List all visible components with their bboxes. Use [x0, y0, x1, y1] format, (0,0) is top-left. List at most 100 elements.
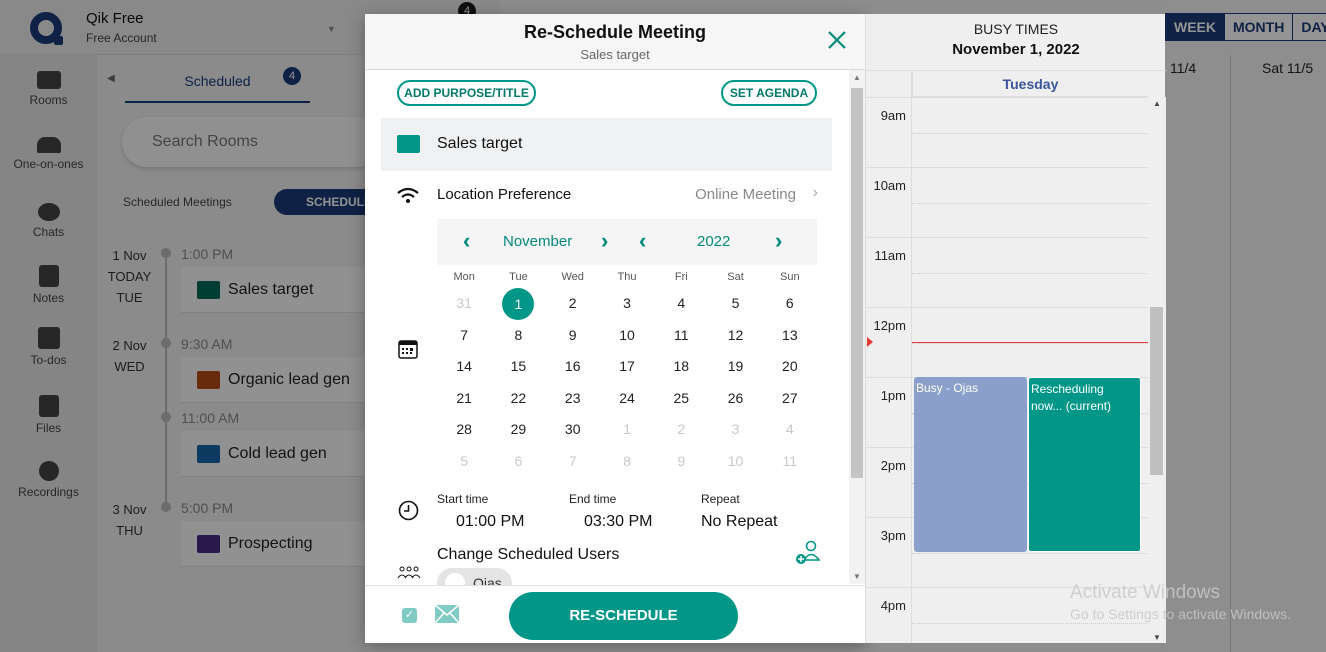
date-cell[interactable]: 27 — [763, 383, 817, 415]
add-purpose-button[interactable]: ADD PURPOSE/TITLE — [397, 80, 536, 106]
scroll-down-icon[interactable]: ▼ — [853, 572, 861, 581]
add-user-icon[interactable] — [795, 540, 821, 566]
group-users-icon — [397, 566, 421, 579]
repeat-field[interactable]: Repeat No Repeat — [701, 492, 778, 531]
hour-row[interactable]: 11am — [866, 237, 1148, 307]
date-picker-header: ‹ November › ‹ 2022 › — [437, 219, 817, 265]
date-cell[interactable]: 15 — [491, 351, 545, 383]
hour-label: 2pm — [880, 458, 906, 473]
hour-row[interactable]: 10am — [866, 167, 1148, 237]
meeting-title: Sales target — [437, 135, 523, 152]
close-button[interactable] — [825, 28, 849, 52]
date-cell[interactable]: 6 — [491, 446, 545, 478]
dialog-scrollbar[interactable]: ▲ ▼ — [849, 70, 865, 584]
date-number: 31 — [456, 295, 472, 311]
date-cell[interactable]: 25 — [654, 383, 708, 415]
date-number: 25 — [673, 389, 690, 406]
date-number: 3 — [731, 421, 740, 437]
date-cell[interactable]: 9 — [546, 320, 600, 352]
busy-scrollbar[interactable]: ▲ ▼ — [1148, 97, 1166, 643]
date-cell[interactable]: 1 — [600, 414, 654, 446]
year-label[interactable]: 2022 — [697, 233, 730, 250]
date-cell[interactable]: 20 — [763, 351, 817, 383]
calendar-icon — [398, 340, 418, 359]
date-cell[interactable]: 4 — [763, 414, 817, 446]
date-cell[interactable]: 7 — [546, 446, 600, 478]
busy-times-title: BUSY TIMES — [973, 21, 1059, 37]
date-cell[interactable]: 12 — [708, 320, 762, 352]
date-cell[interactable]: 28 — [437, 414, 491, 446]
date-cell[interactable]: 10 — [600, 320, 654, 352]
date-cell[interactable]: 2 — [654, 414, 708, 446]
date-cell[interactable]: 22 — [491, 383, 545, 415]
date-number: 1 — [502, 288, 535, 320]
current-meeting-event[interactable]: Rescheduling now... (current) — [1028, 377, 1141, 552]
hour-label: 4pm — [880, 598, 906, 613]
mail-icon[interactable] — [434, 604, 460, 624]
date-cell[interactable]: 26 — [708, 383, 762, 415]
date-cell[interactable]: 10 — [708, 446, 762, 478]
date-number: 6 — [785, 295, 794, 311]
scrollbar-thumb[interactable] — [851, 88, 863, 478]
scroll-down-icon[interactable]: ▼ — [1153, 633, 1161, 642]
email-notify-checkbox[interactable]: ✓ — [402, 608, 417, 623]
scroll-up-icon[interactable]: ▲ — [853, 73, 861, 82]
date-cell[interactable]: 30 — [546, 414, 600, 446]
date-cell[interactable]: 17 — [600, 351, 654, 383]
user-chip[interactable]: Ojas — [437, 568, 512, 585]
hour-row[interactable]: 9am — [866, 97, 1148, 167]
date-number: 22 — [510, 389, 527, 406]
date-cell[interactable]: 4 — [654, 288, 708, 320]
set-agenda-button[interactable]: SET AGENDA — [721, 80, 817, 106]
hour-label: 1pm — [880, 388, 906, 403]
date-cell[interactable]: 18 — [654, 351, 708, 383]
date-cell[interactable]: 11 — [654, 320, 708, 352]
date-cell[interactable]: 8 — [600, 446, 654, 478]
date-cell[interactable]: 24 — [600, 383, 654, 415]
date-cell[interactable]: 5 — [708, 288, 762, 320]
reschedule-button[interactable]: RE-SCHEDULE — [509, 592, 738, 640]
start-time-field[interactable]: Start time 01:00 PM — [437, 492, 524, 531]
weekday-header-row: Mon Tue Wed Thu Fri Sat Sun — [437, 266, 817, 288]
date-cell[interactable]: 5 — [437, 446, 491, 478]
date-cell[interactable]: 31 — [437, 288, 491, 320]
date-cell[interactable]: 9 — [654, 446, 708, 478]
date-number: 27 — [782, 389, 798, 406]
end-time-field[interactable]: End time 03:30 PM — [569, 492, 652, 531]
weekday-label: Tue — [509, 271, 528, 283]
busy-event[interactable]: Busy - Ojas — [914, 377, 1027, 552]
date-cell[interactable]: 8 — [491, 320, 545, 352]
selected-date[interactable]: 1 — [491, 288, 545, 320]
date-cell[interactable]: 13 — [763, 320, 817, 352]
change-users-label: Change Scheduled Users — [437, 546, 620, 563]
scrollbar-thumb[interactable] — [1150, 307, 1163, 475]
date-cell[interactable]: 14 — [437, 351, 491, 383]
date-cell[interactable]: 19 — [708, 351, 762, 383]
date-number: 9 — [677, 452, 686, 469]
location-preference-row[interactable]: Location Preference Online Meeting › — [381, 180, 832, 212]
prev-month-button[interactable]: ‹ — [463, 228, 470, 254]
start-time-value: 01:00 PM — [456, 513, 525, 530]
hour-label: 11am — [874, 248, 906, 263]
date-cell[interactable]: 21 — [437, 383, 491, 415]
next-year-button[interactable]: › — [775, 228, 782, 254]
meeting-title-row[interactable]: Sales target — [381, 118, 832, 171]
date-cell[interactable]: 11 — [763, 446, 817, 478]
next-month-button[interactable]: › — [601, 228, 608, 254]
date-cell[interactable]: 2 — [546, 288, 600, 320]
date-number: 18 — [673, 358, 690, 374]
prev-year-button[interactable]: ‹ — [639, 228, 646, 254]
date-cell[interactable]: 16 — [546, 351, 600, 383]
scroll-up-icon[interactable]: ▲ — [1153, 99, 1161, 108]
date-number: 13 — [782, 326, 798, 343]
date-cell[interactable]: 23 — [546, 383, 600, 415]
date-cell[interactable]: 7 — [437, 320, 491, 352]
date-cell[interactable]: 3 — [600, 288, 654, 320]
weekday-label: Sun — [780, 271, 800, 283]
date-cell[interactable]: 3 — [708, 414, 762, 446]
date-cell[interactable]: 6 — [763, 288, 817, 320]
month-label[interactable]: November — [503, 233, 572, 250]
end-time-value: 03:30 PM — [584, 513, 653, 530]
date-cell[interactable]: 29 — [491, 414, 545, 446]
meeting-color-swatch[interactable] — [397, 135, 420, 153]
